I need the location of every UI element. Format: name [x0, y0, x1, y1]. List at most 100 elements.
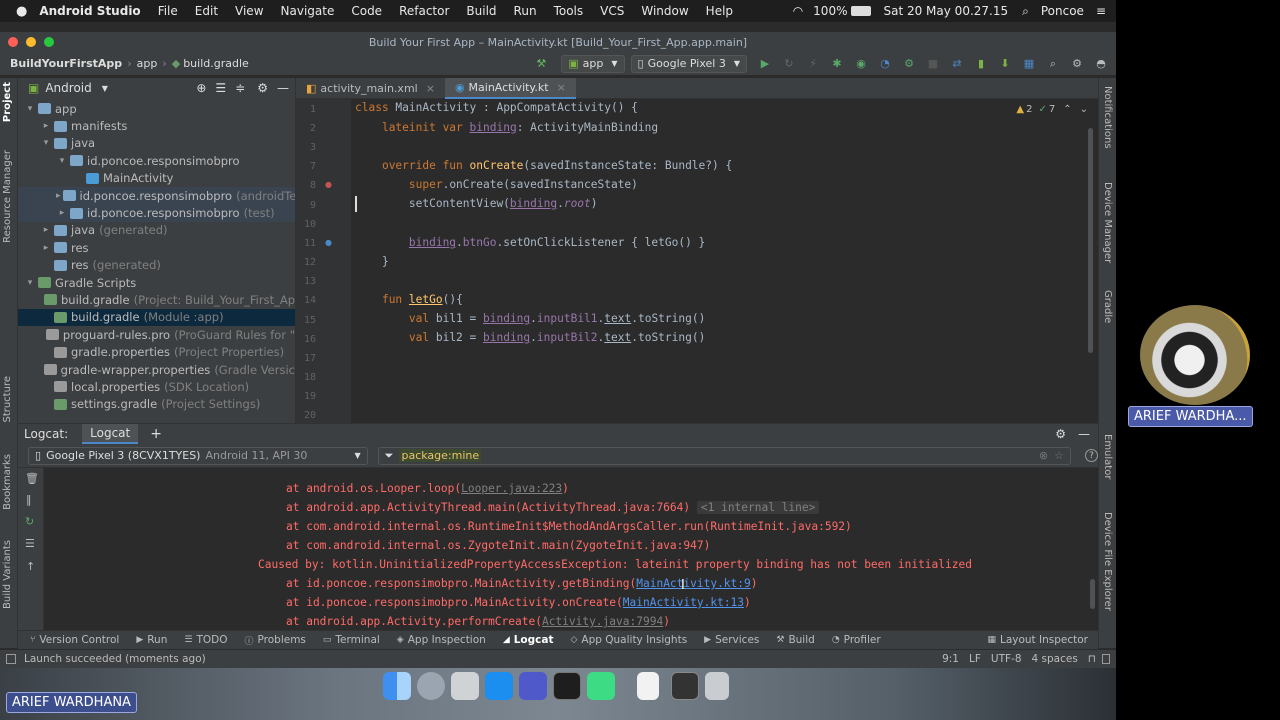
menu-item[interactable]: File: [158, 4, 178, 18]
breadcrumb-project[interactable]: BuildYourFirstApp: [10, 57, 122, 70]
menu-app-name[interactable]: Android Studio: [39, 4, 140, 18]
code-line[interactable]: binding.btnGo.setOnClickListener { letGo…: [355, 236, 705, 249]
logcat-device-combo[interactable]: ▯ Google Pixel 3 (8CVX1TYES) Android 11,…: [28, 446, 368, 465]
document-icon[interactable]: [637, 672, 659, 700]
tree-row[interactable]: gradle-wrapper.properties (Gradle Versic: [18, 361, 295, 378]
code-line[interactable]: val bil1 = binding.inputBil1.text.toStri…: [355, 312, 705, 325]
chevron-right-icon[interactable]: ▸: [40, 121, 52, 131]
tree-row[interactable]: res (generated): [18, 257, 295, 274]
tab-activity-main-xml[interactable]: ◧ activity_main.xml ×: [296, 78, 445, 99]
finder-icon[interactable]: [383, 672, 411, 700]
terminal-icon[interactable]: [553, 672, 581, 700]
chevron-down-icon[interactable]: ▾: [24, 104, 36, 114]
status-message[interactable]: Launch succeeded (moments ago): [24, 653, 206, 665]
menu-item[interactable]: Window: [641, 4, 688, 18]
menu-item[interactable]: VCS: [600, 4, 624, 18]
rerun-icon[interactable]: ↻: [782, 57, 796, 71]
code-line[interactable]: setContentView(binding.root): [355, 197, 598, 210]
gutter-marker-icon[interactable]: ●: [325, 238, 332, 247]
code-line[interactable]: lateinit var binding: ActivityMainBindin…: [355, 121, 658, 134]
line-separator[interactable]: LF: [969, 653, 981, 665]
run-icon[interactable]: ▶: [758, 57, 772, 71]
code-line[interactable]: override fun onCreate(savedInstanceState…: [355, 159, 732, 172]
run-config-combo[interactable]: ▣ app ▼: [561, 54, 625, 73]
apply-changes-icon[interactable]: ⚡: [806, 57, 820, 71]
menu-item[interactable]: Code: [351, 4, 382, 18]
zoom-window-button[interactable]: [44, 37, 54, 47]
screenshot-icon[interactable]: [451, 672, 479, 700]
menu-item[interactable]: Edit: [195, 4, 218, 18]
gear-icon[interactable]: ⚙: [257, 81, 268, 95]
scroll-up-icon[interactable]: ↑: [26, 560, 35, 573]
tree-row[interactable]: ▾ id.poncoe.responsimobpro: [18, 152, 295, 169]
log-line[interactable]: at android.app.Activity.performCreate(Ac…: [286, 615, 670, 628]
indent-setting[interactable]: 4 spaces: [1032, 653, 1078, 665]
chevron-down-icon[interactable]: ▾: [24, 278, 36, 288]
gutter-marker-icon[interactable]: ●: [325, 180, 332, 189]
help-icon[interactable]: ?: [1085, 449, 1098, 462]
inspection-widget[interactable]: ▲ 2 ✓ 7 ⌃ ⌄: [1016, 104, 1088, 115]
add-tab-icon[interactable]: +: [150, 426, 162, 442]
menu-item[interactable]: View: [235, 4, 263, 18]
gradle-tool-tab[interactable]: Gradle: [1102, 290, 1113, 323]
control-center-icon[interactable]: ≡: [1096, 4, 1106, 18]
status-toggle-icon[interactable]: [6, 654, 16, 664]
menu-item[interactable]: Refactor: [399, 4, 449, 18]
stop-icon[interactable]: ■: [926, 57, 940, 71]
device-combo[interactable]: ▯ Google Pixel 3 ▼: [630, 54, 747, 73]
tab-mainactivity-kt[interactable]: ◉ MainActivity.kt ×: [444, 78, 576, 99]
device-manager-tool-tab[interactable]: Device Manager: [1102, 182, 1113, 263]
hide-panel-icon[interactable]: —: [277, 81, 289, 95]
hammer-icon[interactable]: ⚒: [534, 57, 548, 71]
attach-debugger-icon[interactable]: ⚙: [902, 57, 916, 71]
user-name[interactable]: Poncoe: [1041, 4, 1084, 18]
tool-window-button[interactable]: ▭ Terminal: [323, 634, 380, 646]
tree-row[interactable]: ▾ java: [18, 135, 295, 152]
folder-stack-icon[interactable]: [671, 672, 699, 700]
emulator-tool-tab[interactable]: Emulator: [1102, 434, 1113, 479]
search-icon[interactable]: ⌕: [1046, 57, 1060, 71]
layout-icon[interactable]: ▦: [1022, 57, 1036, 71]
restart-icon[interactable]: ↻: [25, 515, 34, 528]
trash-icon[interactable]: [705, 672, 729, 700]
hide-panel-icon[interactable]: —: [1078, 427, 1090, 441]
tool-window-button[interactable]: ⑂ Version Control: [30, 634, 119, 646]
tool-window-button[interactable]: ☰ TODO: [184, 634, 227, 646]
clock[interactable]: Sat 20 May 00.27.15: [883, 4, 1008, 18]
project-tool-tab[interactable]: Project: [2, 82, 13, 122]
tool-window-button[interactable]: ⚒ Build: [776, 634, 814, 646]
memory-indicator[interactable]: [1102, 654, 1110, 664]
expand-all-icon[interactable]: ≑: [235, 81, 245, 95]
build-variants-tool-tab[interactable]: Build Variants: [2, 540, 13, 609]
wifi-icon[interactable]: ◠: [793, 4, 803, 18]
log-line[interactable]: at id.poncoe.responsimobpro.MainActivity…: [286, 596, 751, 609]
tree-row[interactable]: settings.gradle (Project Settings): [18, 396, 295, 413]
close-tab-icon[interactable]: ×: [426, 82, 435, 95]
apple-icon[interactable]: ●: [16, 4, 27, 19]
app-store-icon[interactable]: [485, 672, 513, 700]
log-line[interactable]: Caused by: kotlin.UninitializedPropertyA…: [258, 558, 972, 571]
collapse-all-icon[interactable]: ☰: [215, 81, 226, 95]
tree-row[interactable]: MainActivity: [18, 170, 295, 187]
android-head-icon[interactable]: ◓: [1094, 57, 1108, 71]
close-window-button[interactable]: [8, 37, 18, 47]
tree-row[interactable]: gradle.properties (Project Properties): [18, 343, 295, 360]
tree-row[interactable]: proguard-rules.pro (ProGuard Rules for ": [18, 326, 295, 343]
coverage-icon[interactable]: ◉: [854, 57, 868, 71]
code-line[interactable]: val bil2 = binding.inputBil2.text.toStri…: [355, 331, 705, 344]
tree-row[interactable]: build.gradle (Module :app): [18, 308, 295, 327]
spotlight-icon[interactable]: ⌕: [1022, 4, 1029, 19]
battery-percent[interactable]: 100%: [813, 4, 847, 18]
tool-window-button[interactable]: ◇ App Quality Insights: [570, 634, 687, 646]
format-icon[interactable]: ☰: [25, 537, 35, 550]
menu-item[interactable]: Help: [706, 4, 733, 18]
tree-row[interactable]: ▸ id.poncoe.responsimobpro (test): [18, 204, 295, 222]
close-tab-icon[interactable]: ×: [557, 81, 566, 94]
chevron-down-icon[interactable]: ▼: [102, 84, 108, 93]
tool-window-button[interactable]: ◈ App Inspection: [397, 634, 486, 646]
chevron-down-icon[interactable]: ▾: [56, 156, 68, 166]
tool-window-button[interactable]: ▶ Run: [136, 634, 167, 646]
profile-icon[interactable]: ◔: [878, 57, 892, 71]
breadcrumb-module[interactable]: app: [137, 57, 158, 70]
log-line[interactable]: at android.os.Looper.loop(Looper.java:22…: [286, 482, 569, 495]
